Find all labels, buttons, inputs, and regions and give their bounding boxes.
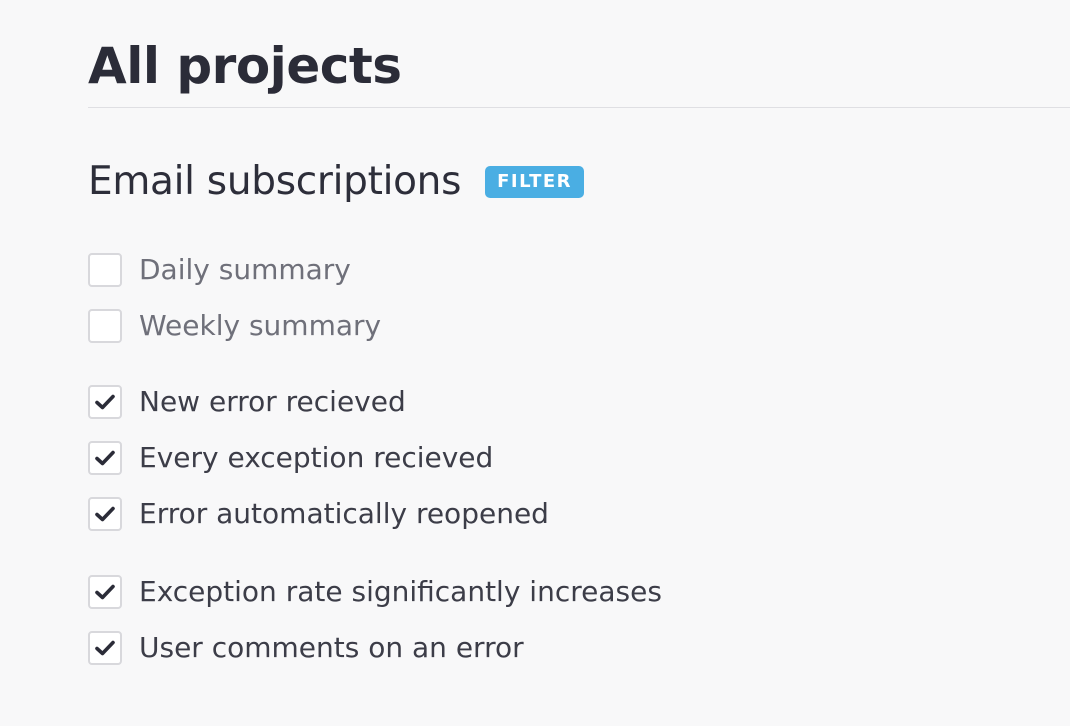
option-label: User comments on an error [139,631,524,664]
filter-button[interactable]: FILTER [485,166,585,198]
option-user-comments[interactable]: User comments on an error [88,629,524,667]
checkmark-icon [95,450,115,466]
checkmark-icon [95,640,115,656]
option-exception-rate[interactable]: Exception rate significantly increases [88,573,662,611]
option-new-error[interactable]: New error recieved [88,383,406,421]
checkmark-icon [95,584,115,600]
checkmark-icon [95,394,115,410]
option-label: Daily summary [139,253,351,286]
option-label: Weekly summary [139,309,382,342]
project-settings-page: All projects Email subscriptions FILTER … [0,0,1070,726]
checkbox[interactable] [88,385,122,419]
page-title: All projects [88,37,402,95]
checkbox[interactable] [88,497,122,531]
option-label: Every exception recieved [139,441,494,474]
option-label: Error automatically reopened [139,497,549,530]
checkbox[interactable] [88,631,122,665]
section-title: Email subscriptions [88,159,462,204]
checkbox[interactable] [88,253,122,287]
checkbox[interactable] [88,575,122,609]
checkmark-icon [95,506,115,522]
checkbox[interactable] [88,309,122,343]
title-divider [88,107,1070,108]
option-weekly-summary[interactable]: Weekly summary [88,307,381,345]
option-daily-summary[interactable]: Daily summary [88,251,351,289]
option-every-exception[interactable]: Every exception recieved [88,439,493,477]
section-header: Email subscriptions FILTER [88,156,585,208]
option-label: Exception rate significantly increases [139,575,662,608]
option-label: New error recieved [139,385,406,418]
option-error-reopened[interactable]: Error automatically reopened [88,495,549,533]
checkbox[interactable] [88,441,122,475]
